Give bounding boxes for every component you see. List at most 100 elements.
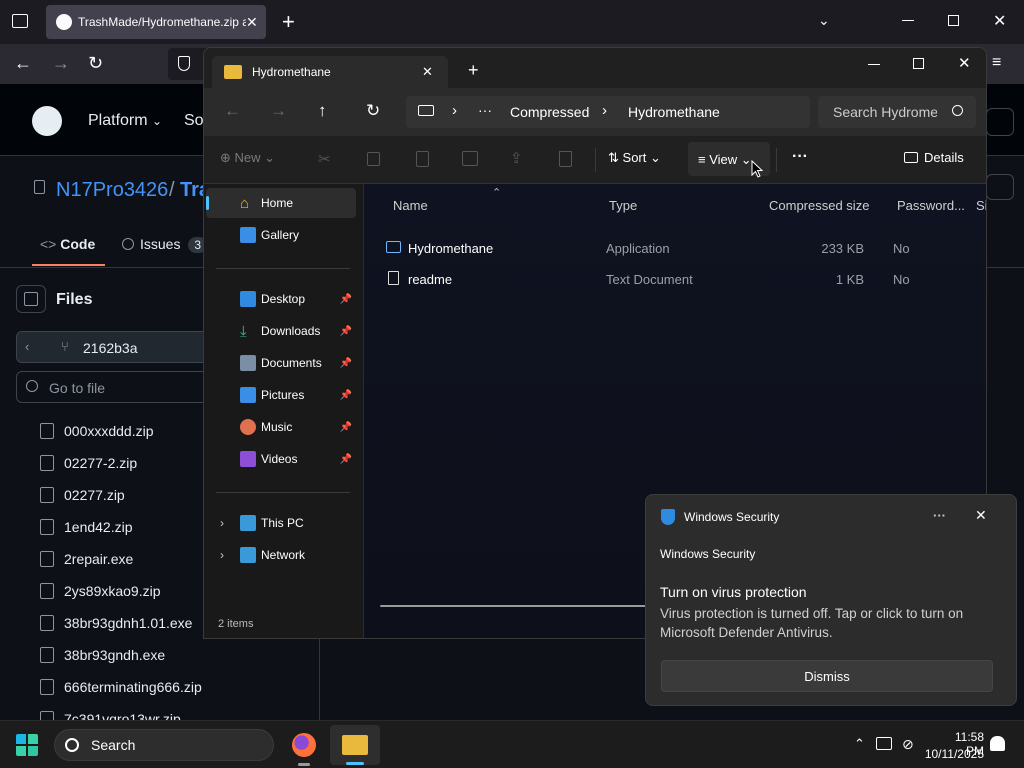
copy-icon[interactable] bbox=[367, 152, 380, 166]
toast-close-icon[interactable]: ✕ bbox=[975, 507, 987, 524]
address-bar[interactable]: › ··· Compressed › Hydromethane bbox=[406, 96, 810, 128]
nav-documents[interactable]: Documents 📌 bbox=[216, 348, 356, 378]
close-window-icon[interactable]: ✕ bbox=[958, 54, 971, 72]
header-right-button[interactable] bbox=[986, 108, 1014, 136]
file-icon bbox=[40, 551, 54, 567]
nav-home[interactable]: ⌂ Home bbox=[206, 188, 356, 218]
notification-bell-icon[interactable] bbox=[990, 736, 1005, 751]
file-tree-item[interactable]: 38br93gdnh1.01.exe bbox=[40, 612, 192, 634]
tab-issues[interactable]: Issues 3 bbox=[122, 236, 208, 253]
chevron-down-icon[interactable]: ⌄ bbox=[818, 12, 830, 29]
pin-icon[interactable]: 📌 bbox=[340, 422, 352, 433]
go-to-file-input[interactable]: Go to file bbox=[16, 371, 216, 403]
file-tree-item[interactable]: 2ys89xkao9.zip bbox=[40, 580, 161, 602]
nav-pictures[interactable]: Pictures 📌 bbox=[216, 380, 356, 410]
repo-owner-link[interactable]: N17Pro3426 bbox=[56, 179, 168, 202]
horizontal-scrollbar[interactable] bbox=[380, 605, 650, 607]
file-tree-item[interactable]: 666terminating666.zip bbox=[40, 676, 202, 698]
details-button[interactable]: Details bbox=[904, 150, 964, 165]
see-more-button[interactable]: ··· bbox=[792, 148, 808, 166]
column-header-password[interactable]: Password... bbox=[897, 198, 965, 213]
close-tab-icon[interactable]: ✕ bbox=[422, 64, 433, 80]
column-header-size[interactable]: Si bbox=[976, 198, 986, 213]
pin-icon[interactable]: 📌 bbox=[340, 390, 352, 401]
taskbar-search[interactable]: Search bbox=[54, 729, 274, 761]
nav-desktop[interactable]: Desktop 📌 bbox=[216, 284, 356, 314]
up-icon[interactable]: ↑ bbox=[318, 101, 327, 121]
pin-icon[interactable]: 📌 bbox=[340, 358, 352, 369]
nav-downloads[interactable]: ⤓ Downloads 📌 bbox=[216, 316, 356, 346]
chevron-left-icon[interactable]: ‹ bbox=[25, 339, 29, 354]
delete-icon[interactable] bbox=[559, 151, 572, 167]
address-bar[interactable] bbox=[168, 48, 208, 80]
more-breadcrumbs-button[interactable]: ··· bbox=[478, 102, 492, 118]
file-tree-item[interactable]: 2repair.exe bbox=[40, 548, 133, 570]
file-tree-item[interactable]: 02277.zip bbox=[40, 484, 125, 506]
tab-list-icon[interactable] bbox=[12, 14, 28, 28]
minimize-icon[interactable] bbox=[868, 64, 880, 65]
nav-network[interactable]: › Network bbox=[216, 540, 356, 570]
breadcrumb-hydromethane[interactable]: Hydromethane bbox=[628, 104, 720, 120]
back-icon[interactable]: ← bbox=[224, 101, 241, 121]
menu-icon[interactable]: ≡ bbox=[992, 54, 1001, 72]
explorer-titlebar: Hydromethane ✕ + ✕ bbox=[204, 48, 986, 88]
dismiss-button[interactable]: Dismiss bbox=[661, 660, 993, 692]
back-icon[interactable]: ← bbox=[14, 53, 32, 74]
windows-security-toast[interactable]: Windows Security ··· ✕ Windows Security … bbox=[645, 494, 1017, 706]
reload-icon[interactable]: ↻ bbox=[88, 53, 103, 74]
column-header-name[interactable]: Name bbox=[393, 198, 428, 213]
column-header-type[interactable]: Type bbox=[609, 198, 637, 213]
file-row[interactable]: Hydromethane Application 233 KB No bbox=[384, 234, 974, 262]
sort-button[interactable]: ⇅ Sort ⌄ bbox=[608, 150, 661, 166]
refresh-icon[interactable]: ↻ bbox=[366, 101, 380, 121]
show-hidden-icons[interactable]: ⌃ bbox=[854, 736, 865, 752]
start-icon[interactable] bbox=[16, 734, 38, 756]
cut-icon[interactable]: ✂ bbox=[318, 150, 331, 168]
accessibility-tray-icon[interactable]: ⊘ bbox=[902, 736, 914, 753]
nav-music[interactable]: Music 📌 bbox=[216, 412, 356, 442]
pin-icon[interactable]: 📌 bbox=[340, 326, 352, 337]
clock-date[interactable]: 10/11/2025 bbox=[920, 747, 984, 761]
breadcrumb-compressed[interactable]: Compressed bbox=[510, 104, 589, 120]
file-tree-item[interactable]: 000xxxddd.zip bbox=[40, 420, 154, 442]
pin-icon[interactable]: 📌 bbox=[340, 454, 352, 465]
new-tab-button[interactable]: + bbox=[282, 9, 295, 35]
network-tray-icon[interactable] bbox=[876, 737, 892, 750]
maximize-icon[interactable] bbox=[948, 15, 959, 26]
expand-chevron-icon[interactable]: › bbox=[220, 516, 224, 530]
paste-icon[interactable] bbox=[416, 151, 429, 167]
expand-chevron-icon[interactable]: › bbox=[220, 548, 224, 562]
close-window-icon[interactable]: ✕ bbox=[993, 11, 1006, 31]
new-button[interactable]: ⊕ New ⌄ bbox=[220, 150, 275, 166]
right-edge-button[interactable] bbox=[986, 174, 1014, 200]
file-tree-item[interactable]: 1end42.zip bbox=[40, 516, 133, 538]
column-header-compressed-size[interactable]: Compressed size bbox=[769, 198, 869, 213]
tab-code[interactable]: <> Code bbox=[40, 236, 95, 252]
forward-icon[interactable]: → bbox=[270, 101, 287, 121]
nav-gallery[interactable]: Gallery bbox=[216, 220, 356, 250]
file-tree-item[interactable]: 38br93gndh.exe bbox=[40, 644, 165, 666]
file-explorer-taskbar-button[interactable] bbox=[330, 725, 380, 765]
pin-icon[interactable]: 📌 bbox=[340, 294, 352, 305]
github-logo-icon[interactable] bbox=[32, 106, 62, 136]
minimize-icon[interactable] bbox=[902, 20, 914, 21]
nav-solutions[interactable]: So bbox=[184, 112, 204, 130]
nav-this-pc[interactable]: › This PC bbox=[216, 508, 356, 538]
close-tab-icon[interactable]: ✕ bbox=[246, 14, 258, 31]
nav-videos[interactable]: Videos 📌 bbox=[216, 444, 356, 474]
file-tree-item[interactable]: 02277-2.zip bbox=[40, 452, 137, 474]
branch-selector[interactable]: ‹ ⑂ 2162b3a bbox=[16, 331, 216, 363]
search-input[interactable]: Search Hydrome bbox=[818, 96, 976, 128]
forward-icon[interactable]: → bbox=[52, 53, 70, 74]
file-row[interactable]: readme Text Document 1 KB No bbox=[384, 265, 974, 293]
collapse-files-button[interactable] bbox=[16, 285, 46, 313]
nav-platform[interactable]: Platform ⌄ bbox=[88, 112, 162, 130]
share-icon[interactable]: ⇪ bbox=[510, 149, 523, 167]
toast-more-button[interactable]: ··· bbox=[933, 508, 946, 523]
maximize-icon[interactable] bbox=[913, 58, 924, 69]
firefox-icon[interactable] bbox=[292, 733, 316, 757]
explorer-tab[interactable]: Hydromethane ✕ bbox=[212, 56, 448, 88]
new-tab-icon[interactable]: + bbox=[468, 60, 479, 81]
rename-icon[interactable] bbox=[462, 151, 478, 166]
browser-tab[interactable]: TrashMade/Hydromethane.zip a ✕ bbox=[46, 5, 266, 39]
